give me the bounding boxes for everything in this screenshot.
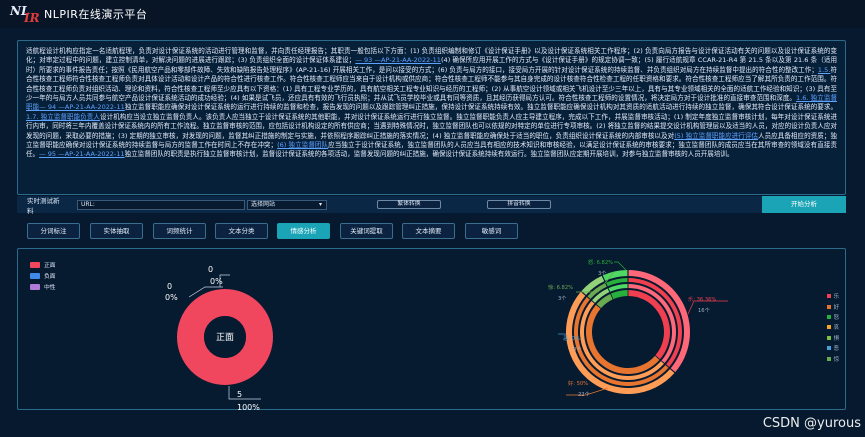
highlighted-text-segment: — 94 —AP-21-AA-2022-11 xyxy=(39,103,125,112)
sentiment-charts: 正面 0 0% 0 0% 5 100% 乐: 36.36% 16个好: 50% 22个 恶: 0% 0… xyxy=(165,258,728,411)
slice-percent-label: 乐: 36.36% xyxy=(688,296,716,303)
slice-count-label: 22个 xyxy=(578,391,591,398)
tab-5[interactable]: 关键词提取 xyxy=(340,223,393,239)
highlighted-text-segment: 1.5. xyxy=(817,65,831,74)
highlighted-text-segment: — 95 —AP-21-AA-2022-11 xyxy=(39,150,125,159)
site-select[interactable]: 选择网站 ▾ xyxy=(247,199,327,210)
site-select-value: 选择网站 xyxy=(251,200,276,208)
url-bar: 实时测试新料 URL: 选择网站 ▾ 繁体转换 拼音转换 开始分析 xyxy=(17,196,846,215)
slice-percent-label: 好: 50% xyxy=(568,379,588,387)
input-text-panel[interactable]: 适航程设计机构应指定一名适航程理，负责对设计保证系统的活动进行管理和监督，并向责… xyxy=(17,40,846,195)
highlighted-text-segment: (6) 独立监督团队 xyxy=(277,141,329,150)
tab-3[interactable]: 文本分类 xyxy=(215,223,268,239)
highlighted-text-segment: (5) 独立监督职能应进行评估 xyxy=(674,131,759,140)
slice-percent-label: 惊: 6.82% xyxy=(548,283,573,291)
donut-hole xyxy=(593,297,663,367)
tab-6[interactable]: 文本摘要 xyxy=(402,223,455,239)
nlpir-logo: NL IR xyxy=(8,3,42,25)
csdn-watermark: CSDN @yurous xyxy=(762,416,861,431)
slice-percent-label: 0% xyxy=(210,277,223,286)
slice-count-label: 16个 xyxy=(698,307,711,314)
tab-7[interactable]: 敏感词 xyxy=(465,223,518,239)
input-text-body[interactable]: 适航程设计机构应指定一名适航程理，负责对设计保证系统的活动进行管理和监督，并向责… xyxy=(26,47,837,189)
logo-text-sub: IR xyxy=(24,11,40,25)
start-analysis-button[interactable]: 开始分析 xyxy=(762,196,846,213)
slice-percent-label: 0% xyxy=(165,293,178,302)
tab-0[interactable]: 分词标注 xyxy=(27,223,80,239)
slice-percent-label: 100% xyxy=(237,403,260,411)
slice-value-label: 5 xyxy=(237,390,242,399)
slice-count-label: 0个 xyxy=(573,346,582,353)
highlighted-text-segment: — 93 —AP-21-AA-2022-11 xyxy=(355,56,441,65)
slice-value-label: 0 xyxy=(167,282,172,291)
slice-count-label: 3个 xyxy=(598,270,607,277)
slice-count-label: 3个 xyxy=(558,295,567,302)
label-leader xyxy=(228,386,261,400)
tab-4[interactable]: 情感分析 xyxy=(277,223,330,239)
url-input[interactable]: URL: xyxy=(77,199,245,210)
pinyin-convert-button[interactable]: 拼音转换 xyxy=(487,200,551,209)
function-tabs: 分词标注 实体抽取 词频统计 文本分类 情感分析 关键词提取 文本摘要 敏感词 xyxy=(27,223,527,239)
traditional-convert-button[interactable]: 繁体转换 xyxy=(377,200,441,209)
label-leader xyxy=(614,261,627,271)
sentiment-result-panel: 正面 负面 中性 乐好怒哀惧恶惊 正面 0 0% 0 0% 5 100% 乐: 36.36% 16个… xyxy=(17,248,846,411)
slice-percent-label: 怒: 6.82% xyxy=(588,258,613,266)
chevron-down-icon: ▾ xyxy=(318,200,322,208)
realtime-test-label: 实时测试新料 xyxy=(27,196,60,215)
text-segment: 独立监督职能应确保对设计保证系统的运行进行持续的监督和检查，报告发现的问题以及跟… xyxy=(124,103,837,112)
text-segment: 独立监督团队的职责是执行独立监督审核计划，监督设计保证系统的各项活动，监督发现问… xyxy=(124,150,734,159)
slice-value-label: 0 xyxy=(208,265,213,274)
tab-1[interactable]: 实体抽取 xyxy=(90,223,143,239)
slice-percent-label: 恶: 0% xyxy=(563,335,580,342)
tab-2[interactable]: 词频统计 xyxy=(153,223,206,239)
app-title: NLPIR在线演示平台 xyxy=(44,8,148,21)
top-bar: NL IR NLPIR在线演示平台 xyxy=(0,0,865,28)
donut-center-label: 正面 xyxy=(216,332,234,343)
highlighted-text-segment: 1.7. 独立监督职能负责人 xyxy=(26,112,100,121)
